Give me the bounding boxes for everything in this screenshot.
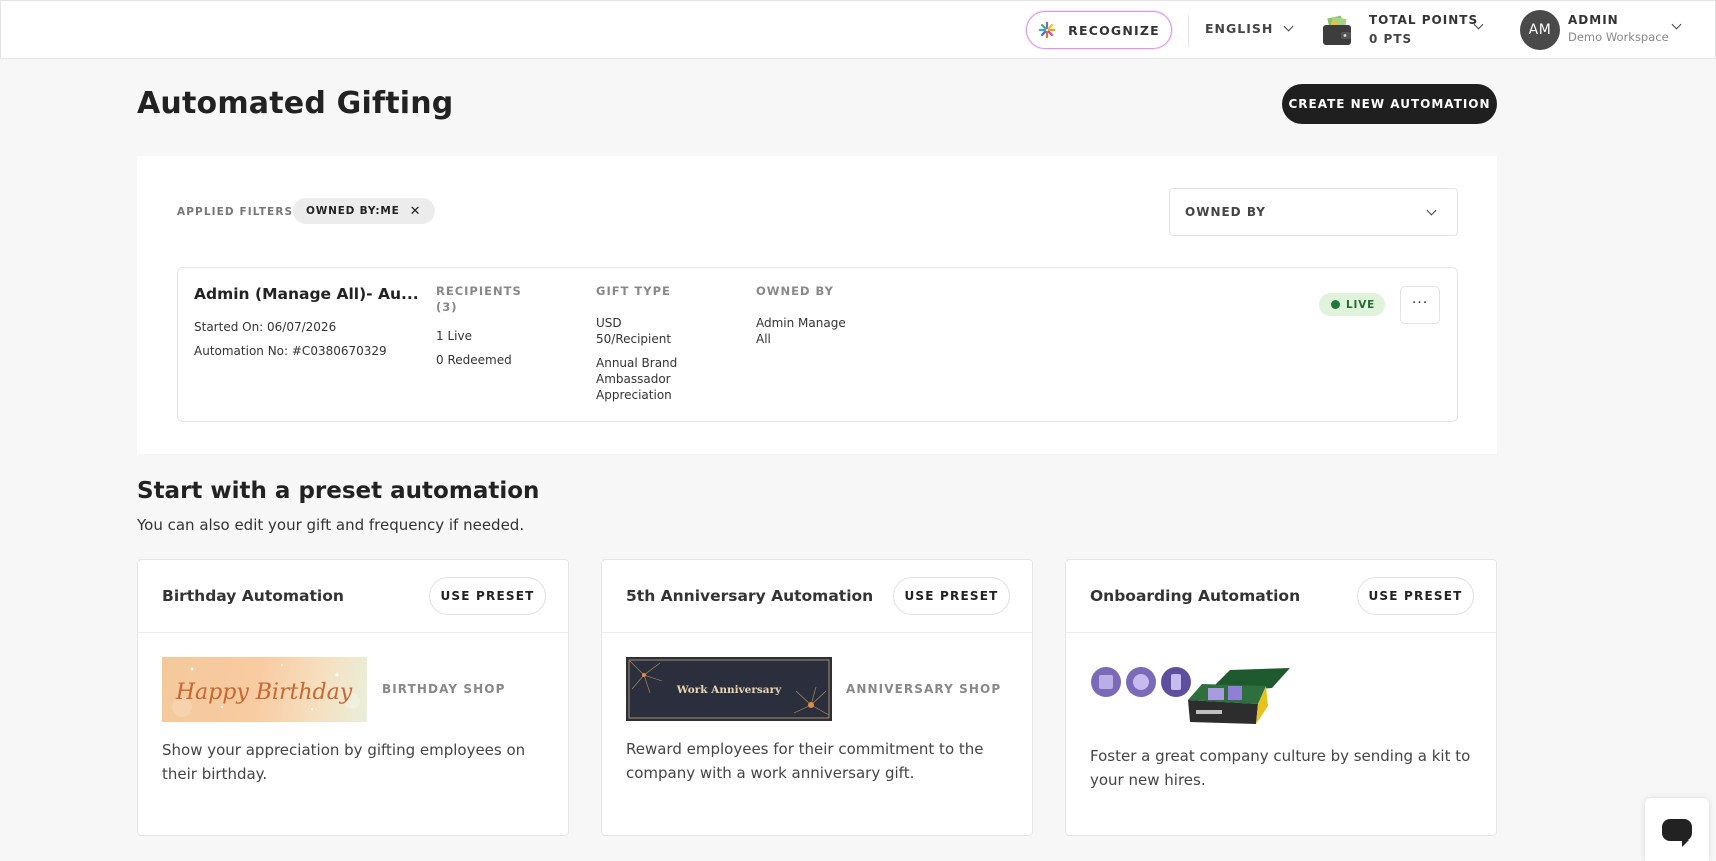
use-preset-button[interactable]: USE PRESET <box>429 577 546 615</box>
language-selector[interactable]: ENGLISH <box>1205 21 1294 36</box>
gift-name-line-3: Appreciation <box>596 388 672 402</box>
chat-launcher-button[interactable] <box>1645 798 1709 861</box>
status-badge-label: LIVE <box>1346 298 1376 311</box>
preset-heading: Start with a preset automation <box>137 478 540 504</box>
preset-card-title: 5th Anniversary Automation <box>626 587 874 605</box>
recognize-button[interactable]: RECOGNIZE <box>1026 11 1172 49</box>
points-label: TOTAL POINTS <box>1369 13 1479 27</box>
preset-subheading: You can also edit your gift and frequenc… <box>137 516 525 534</box>
anniversary-banner-graphic: Work Anniversary <box>628 659 830 719</box>
more-icon: ··· <box>1411 294 1429 311</box>
birthday-shop-image[interactable]: Happy Birthday <box>162 657 367 722</box>
points-value: 0 PTS <box>1369 32 1413 46</box>
chevron-down-icon <box>1426 205 1437 215</box>
owned-by-header: OWNED BY <box>756 284 834 298</box>
more-options-button[interactable]: ··· <box>1400 286 1440 324</box>
recipients-column: RECIPIENTS (3) 1 Live 0 Redeemed <box>436 283 522 368</box>
filter-chip[interactable]: OWNED BY:ME ✕ <box>293 198 436 224</box>
use-preset-button[interactable]: USE PRESET <box>1357 577 1474 615</box>
gift-amount-line-1: USD <box>596 316 622 330</box>
preset-card-title: Birthday Automation <box>162 587 344 605</box>
card-divider <box>602 632 1032 633</box>
automations-panel: APPLIED FILTERS: OWNED BY:ME ✕ OWNED BY … <box>137 156 1497 454</box>
gift-name-line-1: Annual Brand <box>596 356 678 370</box>
total-points[interactable]: TOTAL POINTS 0 PTS <box>1369 11 1478 49</box>
onboarding-kit-image <box>1091 667 1290 724</box>
page-title: Automated Gifting <box>137 86 454 121</box>
birthday-shop-link[interactable]: BIRTHDAY SHOP <box>382 682 506 696</box>
automation-start-date: Started On: 06/07/2026 <box>194 320 337 334</box>
live-dot-icon <box>1331 300 1340 309</box>
owned-by-column: OWNED BY Admin Manage All <box>756 283 846 347</box>
redeemed-count: 0 Redeemed <box>436 353 512 367</box>
preset-card-onboarding: Onboarding Automation USE PRESET Foster … <box>1065 559 1497 836</box>
owner-line-1: Admin Manage <box>756 316 846 330</box>
use-preset-button[interactable]: USE PRESET <box>893 577 1010 615</box>
applied-filters-label: APPLIED FILTERS: <box>177 206 299 218</box>
recognize-label: RECOGNIZE <box>1068 22 1160 38</box>
language-label: ENGLISH <box>1205 21 1274 36</box>
top-header: RECOGNIZE ENGLISH TOTAL POINTS 0 PTS AM … <box>0 0 1716 59</box>
chat-icon <box>1662 818 1692 847</box>
card-divider <box>1066 632 1496 633</box>
gift-type-header: GIFT TYPE <box>596 284 671 298</box>
preset-card-title: Onboarding Automation <box>1090 587 1301 605</box>
header-divider <box>1188 15 1189 47</box>
status-badge: LIVE <box>1319 293 1386 316</box>
anniversary-banner-text: Work Anniversary <box>676 684 782 696</box>
preset-card-birthday: Birthday Automation USE PRESET Happy Bir… <box>137 559 569 836</box>
owned-by-select[interactable]: OWNED BY <box>1169 188 1458 236</box>
anniversary-shop-image[interactable]: Work Anniversary <box>626 657 832 721</box>
automation-name[interactable]: Admin (Manage All)- Au... <box>194 285 419 303</box>
preset-card-description: Show your appreciation by gifting employ… <box>162 741 526 783</box>
recognize-star-icon <box>1038 21 1056 39</box>
automation-card[interactable]: Admin (Manage All)- Au... Started On: 06… <box>177 267 1458 422</box>
close-icon[interactable]: ✕ <box>410 204 422 219</box>
preset-card-anniversary: 5th Anniversary Automation USE PRESET Wo… <box>601 559 1033 836</box>
owned-by-select-label: OWNED BY <box>1185 205 1266 219</box>
live-count: 1 Live <box>436 329 472 343</box>
user-name: ADMIN <box>1568 13 1619 27</box>
workspace-name: Demo Workspace <box>1568 30 1669 44</box>
chevron-down-icon[interactable] <box>1671 19 1682 30</box>
gift-amount-line-2: 50/Recipient <box>596 332 672 346</box>
birthday-banner-text: Happy Birthday <box>175 680 353 705</box>
chevron-down-icon <box>1283 21 1294 32</box>
gift-type-column: GIFT TYPE USD 50/Recipient Annual Brand … <box>596 283 677 403</box>
user-menu[interactable]: ADMIN Demo Workspace <box>1568 12 1669 46</box>
owner-line-2: All <box>756 332 771 346</box>
gift-name-line-2: Ambassador <box>596 372 671 386</box>
recipients-header: RECIPIENTS <box>436 284 522 298</box>
avatar[interactable]: AM <box>1520 10 1560 50</box>
preset-card-description: Foster a great company culture by sendin… <box>1090 747 1471 789</box>
filter-chip-label: OWNED BY:ME <box>306 205 400 217</box>
card-divider <box>138 632 568 633</box>
wallet-icon <box>1323 15 1351 45</box>
automation-number: Automation No: #C0380670329 <box>194 344 387 358</box>
recipients-count: (3) <box>436 300 458 314</box>
preset-card-description: Reward employees for their commitment to… <box>626 740 984 782</box>
birthday-banner-graphic: Happy Birthday <box>172 664 360 717</box>
create-automation-button[interactable]: CREATE NEW AUTOMATION <box>1282 84 1497 124</box>
anniversary-shop-link[interactable]: ANNIVERSARY SHOP <box>846 682 1001 696</box>
